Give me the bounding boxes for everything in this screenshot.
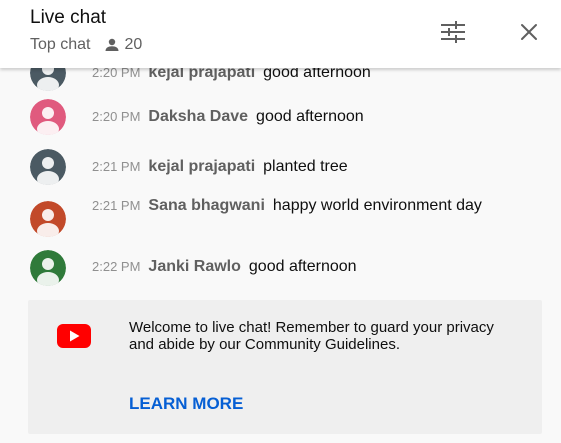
message-body: 2:21 PM kejal prajapati planted tree — [92, 157, 522, 177]
filter-button[interactable] — [437, 16, 469, 48]
viewer-count-value: 20 — [124, 36, 143, 53]
chat-mode-label[interactable]: Top chat — [30, 36, 90, 54]
message-author[interactable]: Janki Rawlo — [148, 258, 240, 275]
avatar[interactable] — [30, 250, 66, 286]
message-text: happy world environment day — [272, 197, 482, 214]
tune-icon — [441, 21, 465, 43]
message-text: good afternoon — [248, 258, 357, 275]
message-body: 2:22 PM Janki Rawlo good afternoon — [92, 257, 522, 277]
welcome-card: Welcome to live chat! Remember to guard … — [28, 300, 542, 434]
message-author[interactable]: Daksha Dave — [148, 108, 248, 125]
welcome-message: Welcome to live chat! Remember to guard … — [129, 319, 494, 353]
message-body: 2:20 PM Daksha Dave good afternoon — [92, 107, 522, 127]
message-time: 2:22 PM — [92, 259, 141, 274]
chat-header: Live chat Top chat 20 — [0, 0, 561, 68]
close-icon — [521, 24, 537, 40]
person-icon — [105, 38, 119, 51]
message-body: 2:21 PM Sana bhagwani happy world environm… — [92, 196, 522, 216]
message-time: 2:21 PM — [92, 198, 141, 213]
chat-mode-selector[interactable]: Top chat 20 — [30, 36, 142, 54]
message-text: good afternoon — [256, 108, 364, 125]
viewer-count: 20 — [104, 36, 142, 54]
avatar[interactable] — [30, 201, 66, 237]
close-button[interactable] — [513, 16, 545, 48]
message-time: 2:21 PM — [92, 159, 141, 174]
message-time: 2:20 PM — [92, 109, 141, 124]
youtube-logo-icon — [57, 324, 91, 353]
message-author[interactable]: kejal prajapati — [148, 158, 255, 175]
message-text: planted tree — [263, 158, 348, 175]
learn-more-link[interactable]: LEARN MORE — [129, 394, 243, 414]
chat-title: Live chat — [30, 7, 107, 28]
avatar[interactable] — [30, 149, 66, 185]
message-author[interactable]: Sana bhagwani — [148, 197, 264, 214]
avatar[interactable] — [30, 99, 66, 135]
